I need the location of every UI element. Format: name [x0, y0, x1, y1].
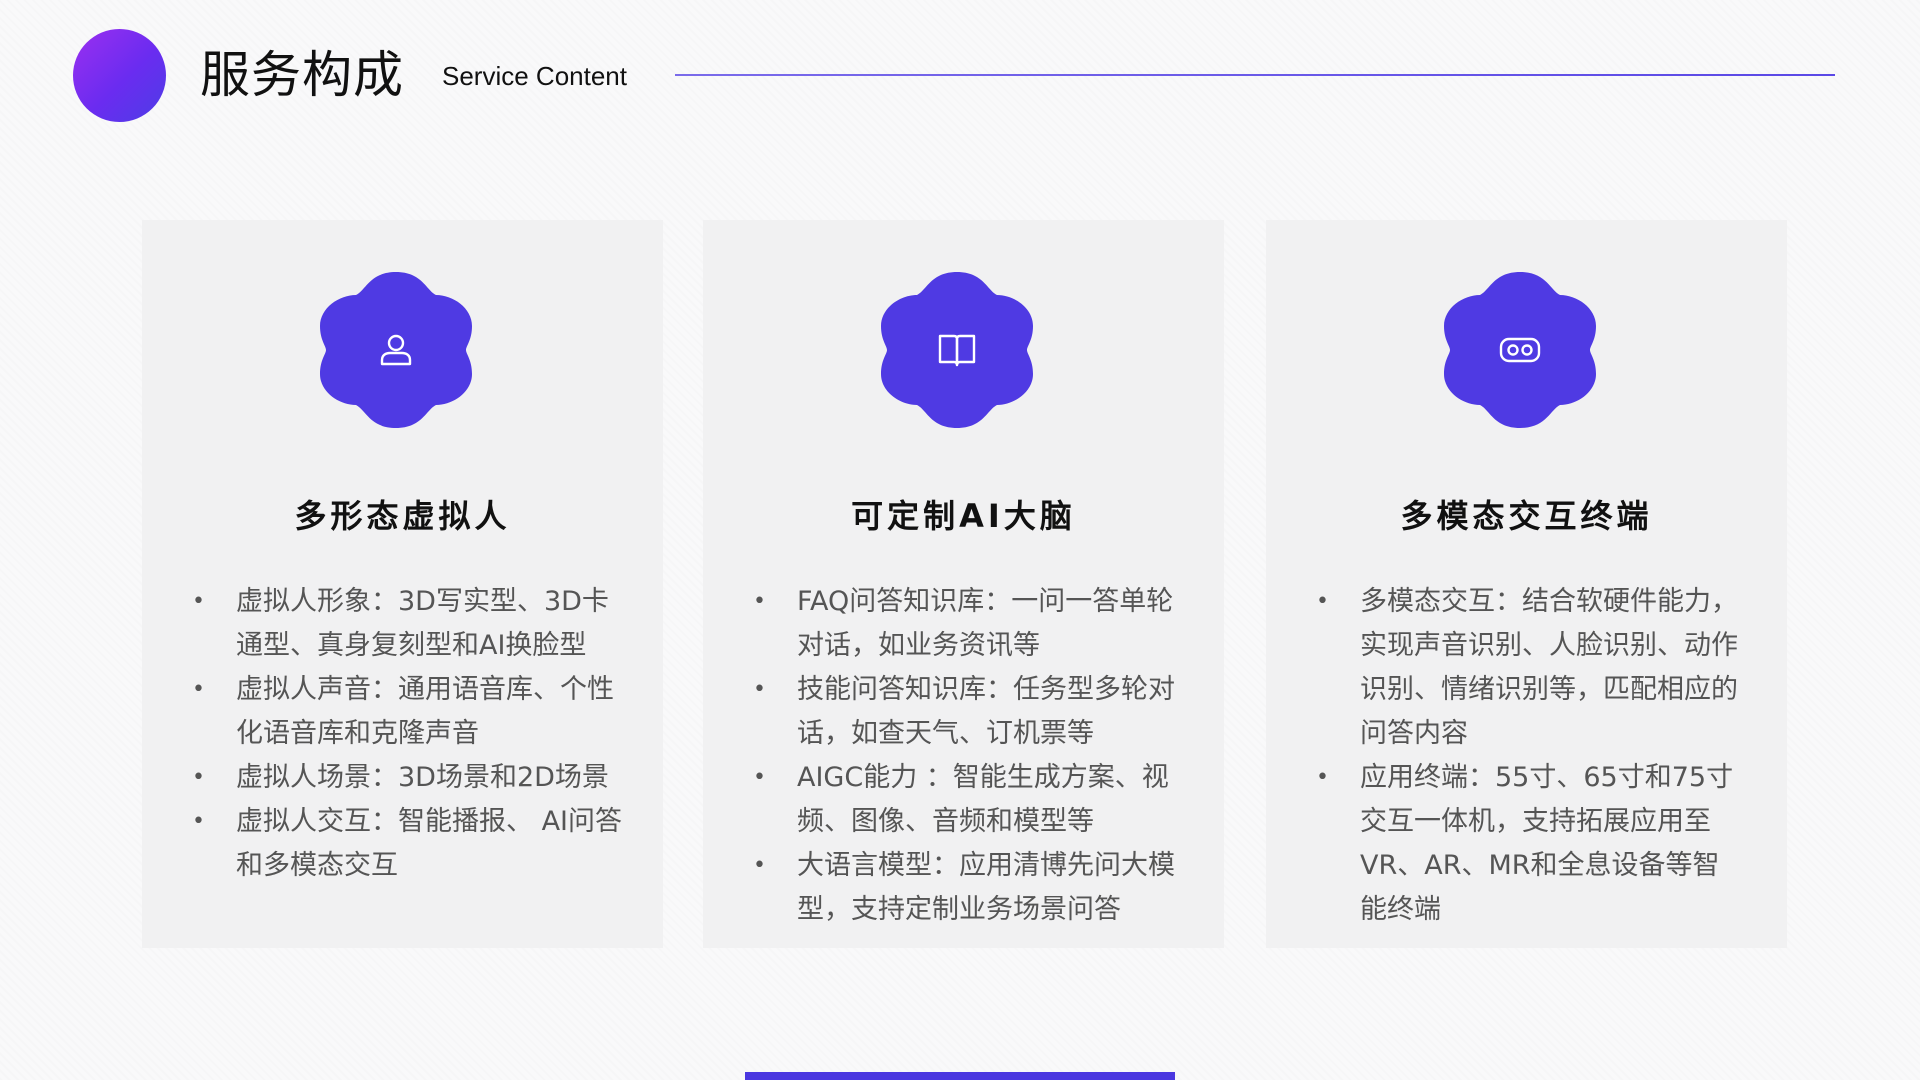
- page-subtitle: Service Content: [442, 61, 627, 91]
- feature-list: 虚拟人形象：3D写实型、3D卡通型、真身复刻型和AI换脸型 虚拟人声音：通用语音…: [192, 580, 622, 888]
- list-item: 虚拟人声音：通用语音库、个性化语音库和克隆声音: [192, 668, 622, 756]
- card-badge: [318, 270, 474, 430]
- list-item: 多模态交互：结合软硬件能力，实现声音识别、人脸识别、动作识别、情绪识别等，匹配相…: [1316, 580, 1746, 756]
- list-item: FAQ问答知识库：一问一答单轮对话，如业务资讯等: [753, 580, 1183, 668]
- service-card-ai-brain: 可定制AI大脑 FAQ问答知识库：一问一答单轮对话，如业务资讯等 技能问答知识库…: [703, 220, 1224, 948]
- feature-list: 多模态交互：结合软硬件能力，实现声音识别、人脸识别、动作识别、情绪识别等，匹配相…: [1316, 580, 1746, 932]
- card-badge: [1442, 270, 1598, 430]
- list-item: 虚拟人形象：3D写实型、3D卡通型、真身复刻型和AI换脸型: [192, 580, 622, 668]
- list-item: 虚拟人场景：3D场景和2D场景: [192, 756, 622, 800]
- page-title: 服务构成: [200, 46, 404, 104]
- card-title: 多模态交互终端: [1400, 497, 1653, 535]
- list-item: 技能问答知识库：任务型多轮对话，如查天气、订机票等: [753, 668, 1183, 756]
- user-icon: [380, 334, 412, 366]
- service-card-interaction-terminal: 多模态交互终端 多模态交互：结合软硬件能力，实现声音识别、人脸识别、动作识别、情…: [1266, 220, 1787, 948]
- book-icon: [938, 334, 976, 367]
- card-badge: [879, 270, 1035, 430]
- list-item: 应用终端：55寸、65寸和75寸交互一体机，支持拓展应用至VR、AR、MR和全息…: [1316, 756, 1746, 932]
- list-item: 虚拟人交互：智能播报、 AI问答和多模态交互: [192, 800, 622, 888]
- list-item: 大语言模型：应用清博先问大模型，支持定制业务场景问答: [753, 844, 1183, 932]
- card-title: 可定制AI大脑: [851, 497, 1076, 535]
- feature-list: FAQ问答知识库：一问一答单轮对话，如业务资讯等 技能问答知识库：任务型多轮对话…: [753, 580, 1183, 932]
- card-title: 多形态虚拟人: [294, 497, 511, 535]
- header-logo-circle: [73, 29, 166, 122]
- list-item: AIGC能力 ：智能生成方案、视频、图像、音频和模型等: [753, 756, 1183, 844]
- bottom-accent-bar: [745, 1072, 1175, 1080]
- service-card-virtual-human: 多形态虚拟人 虚拟人形象：3D写实型、3D卡通型、真身复刻型和AI换脸型 虚拟人…: [142, 220, 663, 948]
- vr-headset-icon: [1499, 337, 1541, 363]
- header-divider: [675, 74, 1835, 76]
